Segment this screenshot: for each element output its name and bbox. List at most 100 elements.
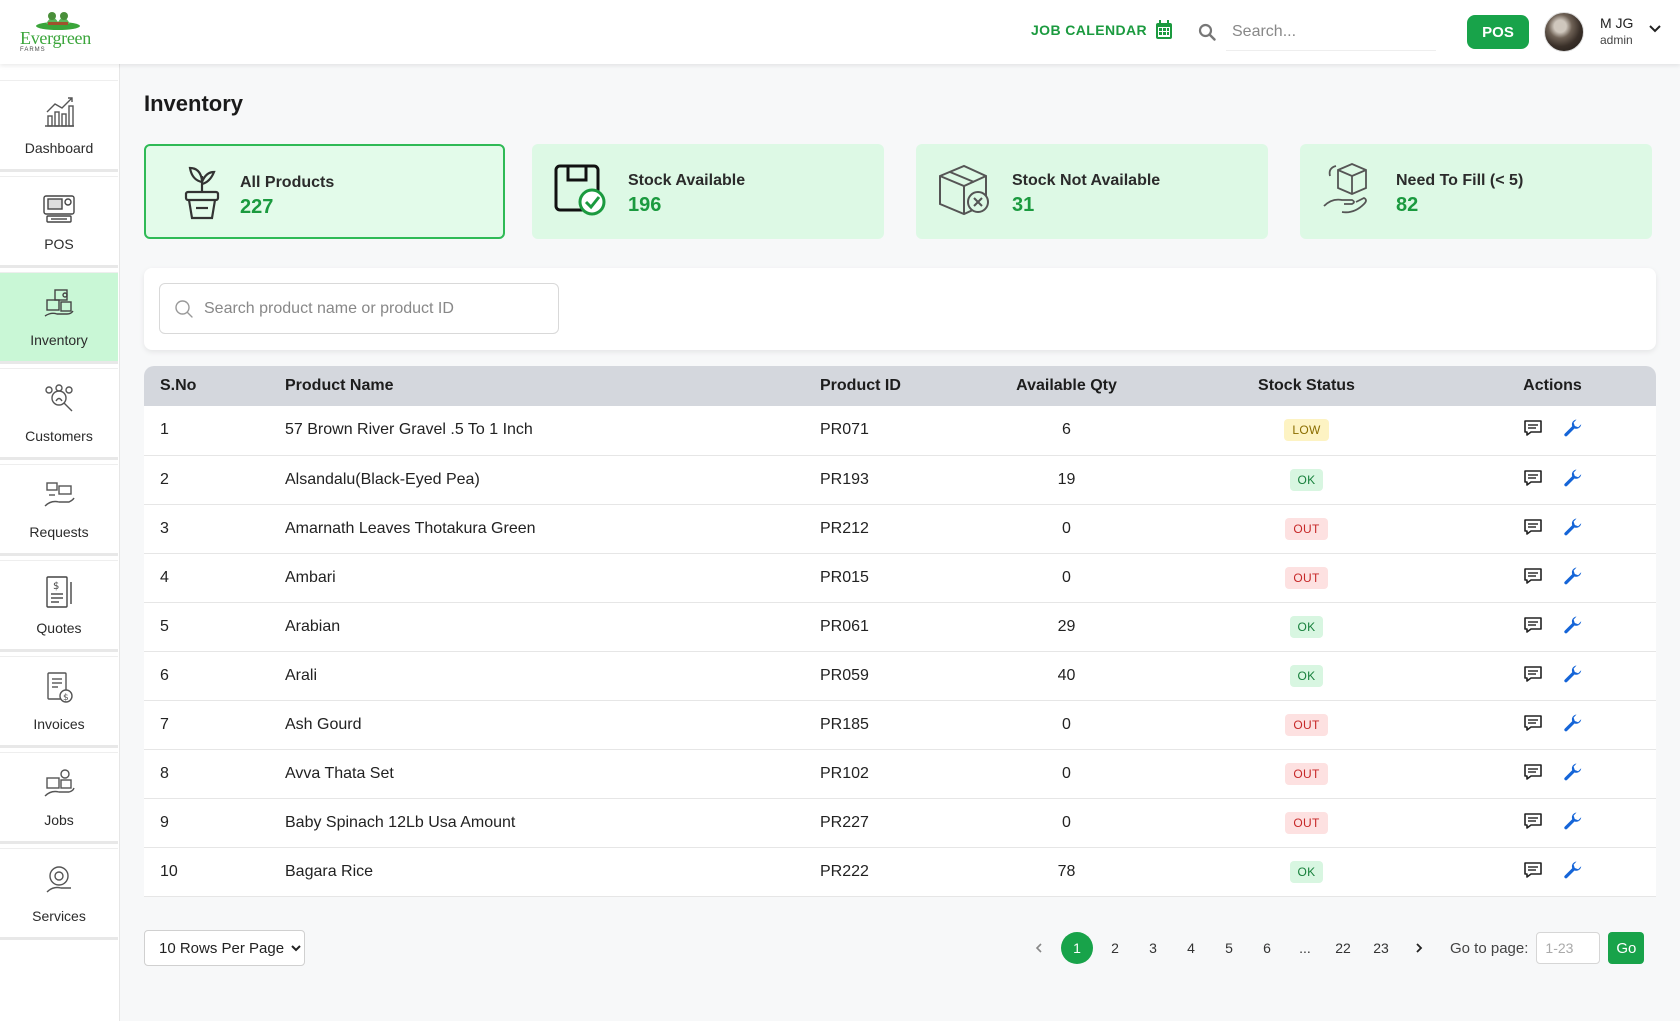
page-button[interactable]: 2 [1096,931,1134,965]
chevron-down-icon[interactable] [1648,24,1662,34]
inventory-table: S.No Product Name Product ID Available Q… [144,366,1656,897]
card-title: Stock Available [628,172,746,189]
edit-wrench-button[interactable] [1563,713,1583,733]
sidebar-item-services[interactable]: Services [0,848,118,940]
status-badge: OUT [1285,517,1328,540]
row-actions [1523,468,1583,488]
cell-sno: 4 [160,568,169,586]
sidebar-item-jobs[interactable]: Jobs [0,752,118,844]
page-button[interactable]: 23 [1362,931,1400,965]
table-row: 2 Alsandalu(Black-Eyed Pea) PR193 19 OK [144,455,1656,504]
edit-wrench-button[interactable] [1563,468,1583,488]
sidebar-item-label: Dashboard [24,140,94,156]
job-calendar-link[interactable]: JOB CALENDAR [1031,20,1173,40]
sidebar-item-invoices[interactable]: $ Invoices [0,656,118,748]
comment-icon [1523,861,1542,878]
header-search-input[interactable] [1226,13,1436,51]
status-badge: OK [1289,615,1324,638]
evergreen-logo[interactable]: Evergreen FARMS [18,10,98,56]
card-stock-not-available[interactable]: Stock Not Available 31 [916,144,1268,239]
cell-actions [1449,847,1656,896]
card-need-to-fill[interactable]: Need To Fill (< 5) 82 [1300,144,1652,239]
chevron-right-icon [1416,943,1423,953]
page-button[interactable]: 3 [1134,931,1172,965]
comment-button[interactable] [1523,616,1543,634]
card-all-products[interactable]: All Products 227 [144,144,505,239]
page-button[interactable]: 5 [1210,931,1248,965]
edit-wrench-button[interactable] [1563,418,1583,438]
comment-button[interactable] [1523,861,1543,879]
column-header-product-id: Product ID [820,377,901,394]
go-button[interactable]: Go [1608,932,1645,964]
user-info[interactable]: M JG admin [1600,15,1633,47]
goto-page-input[interactable] [1536,932,1601,964]
cell-stock-status: OUT [1164,700,1449,749]
search-icon [1198,23,1216,41]
chevron-left-icon [1035,943,1042,953]
pos-button[interactable]: POS [1467,15,1529,49]
card-stock-available[interactable]: Stock Available 196 [532,144,884,239]
cell-product-id: PR059 [820,666,869,684]
rows-per-page-select[interactable]: 10 Rows Per Page25 Rows Per Page50 Rows … [144,930,305,966]
row-actions [1523,566,1583,586]
cell-stock-status: OK [1164,651,1449,700]
comment-button[interactable] [1523,419,1543,437]
quotes-icon: $ [46,576,72,608]
status-badge: OUT [1285,713,1328,736]
sidebar-item-customers[interactable]: Customers [0,368,118,460]
card-value: 227 [240,196,274,218]
page-button[interactable]: 4 [1172,931,1210,965]
page-number: 2 [1111,940,1119,956]
cell-stock-status: OUT [1164,504,1449,553]
comment-icon [1523,714,1542,731]
cell-product-name: Bagara Rice [285,862,374,880]
sidebar-item-requests[interactable]: Requests [0,464,118,556]
page-button[interactable]: 22 [1324,931,1362,965]
comment-button[interactable] [1523,763,1543,781]
cell-product-id: PR227 [820,813,869,831]
edit-wrench-button[interactable] [1563,811,1583,831]
wrench-icon [1563,763,1581,780]
cell-product-name: Amarnath Leaves Thotakura Green [285,519,536,537]
comment-button[interactable] [1523,469,1543,487]
cell-stock-status: LOW [1164,406,1449,455]
edit-wrench-button[interactable] [1563,762,1583,782]
sidebar-item-quotes[interactable]: $ Quotes [0,560,118,652]
product-search-input[interactable] [204,299,544,318]
cell-product-name: Ambari [285,568,336,586]
sidebar-item-dashboard[interactable]: Dashboard [0,80,118,172]
card-value: 196 [628,194,662,216]
page-number: 4 [1187,940,1195,956]
cell-stock-status: OK [1164,847,1449,896]
sidebar-item-inventory[interactable]: Inventory [0,272,118,364]
comment-icon [1523,567,1542,584]
edit-wrench-button[interactable] [1563,517,1583,537]
edit-wrench-button[interactable] [1563,860,1583,880]
comment-button[interactable] [1523,665,1543,683]
prev-page-button[interactable] [1020,931,1058,965]
customers-icon [45,384,73,412]
page-button[interactable]: 6 [1248,931,1286,965]
edit-wrench-button[interactable] [1563,615,1583,635]
avatar[interactable] [1544,12,1584,52]
edit-wrench-button[interactable] [1563,664,1583,684]
table-row: 1 57 Brown River Gravel .5 To 1 Inch PR0… [144,406,1656,455]
cell-stock-status: OK [1164,602,1449,651]
comment-icon [1523,665,1542,682]
comment-button[interactable] [1523,567,1543,585]
cell-product-id: PR071 [820,421,869,439]
comment-button[interactable] [1523,812,1543,830]
goto-page-label: Go to page: [1450,939,1529,957]
sidebar-item-pos[interactable]: POS [0,176,118,268]
page-button[interactable]: 1 [1058,931,1096,965]
card-title: Stock Not Available [1012,172,1161,189]
edit-wrench-button[interactable] [1563,566,1583,586]
comment-button[interactable] [1523,714,1543,732]
comment-button[interactable] [1523,518,1543,536]
logo-plant-icon [36,12,80,30]
page-number: 5 [1225,940,1233,956]
next-page-button[interactable] [1400,931,1438,965]
cell-product-id: PR015 [820,568,869,586]
cell-available-qty: 40 [1057,666,1076,684]
box-check-icon [554,164,606,216]
